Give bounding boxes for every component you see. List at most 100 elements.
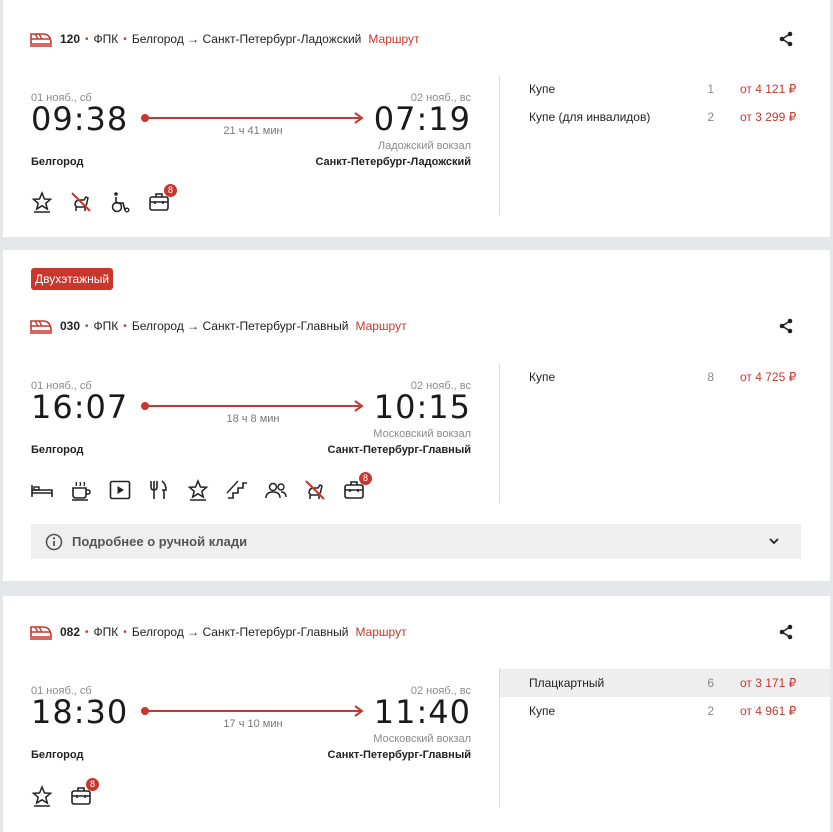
fare-type: Купе (для инвалидов): [529, 110, 651, 124]
arrival-city: Санкт-Петербург-Главный: [327, 749, 471, 761]
fare-price: от 4 961 ₽: [740, 704, 797, 718]
train-number: 030: [60, 319, 81, 333]
fare-row[interactable]: Купе 1 от 4 121 ₽: [500, 75, 830, 103]
luggage-count: 8: [86, 778, 99, 791]
luggage-icon[interactable]: 8: [148, 184, 177, 213]
departure-time: 18:30: [31, 693, 129, 731]
fare-row[interactable]: Купе 2 от 4 961 ₽: [500, 697, 830, 725]
separator-dot: •: [123, 320, 127, 332]
separator-dot: •: [85, 320, 89, 332]
route-start-dot: [141, 402, 149, 410]
luggage-count: 8: [164, 184, 177, 197]
comfort-icon[interactable]: [31, 785, 53, 807]
departure-city: Белгород: [31, 156, 84, 168]
people-icon[interactable]: [265, 479, 287, 501]
train-icon: [30, 318, 52, 334]
route-link[interactable]: Маршрут: [355, 319, 406, 333]
video-icon[interactable]: [109, 479, 131, 501]
carrier: ФПК: [93, 625, 119, 639]
route-line: [141, 114, 362, 122]
luggage-icon[interactable]: 8: [70, 778, 99, 807]
route: Белгород → Санкт-Петербург-Главный: [131, 625, 349, 639]
train-number: 082: [60, 625, 81, 639]
arrow-right-icon: [354, 705, 364, 717]
stairs-icon[interactable]: [226, 479, 248, 501]
route: Белгород → Санкт-Петербург-Ладожский: [131, 32, 362, 46]
fare-type: Купе: [529, 82, 556, 96]
arrival-time: 11:40: [373, 693, 471, 731]
fare-price: от 4 725 ₽: [740, 370, 797, 384]
route-start-dot: [141, 114, 149, 122]
route: Белгород → Санкт-Петербург-Главный: [131, 319, 349, 333]
route-link[interactable]: Маршрут: [355, 625, 406, 639]
wheelchair-icon[interactable]: [109, 191, 131, 213]
arrival-time: 10:15: [373, 388, 471, 426]
train-icon: [30, 624, 52, 640]
chevron-down-icon[interactable]: [769, 536, 779, 546]
fares-list: Купе 1 от 4 121 ₽ Купе (для инвалидов) 2…: [500, 75, 830, 131]
bed-icon[interactable]: [31, 479, 53, 501]
carrier: ФПК: [93, 32, 119, 46]
fare-price: от 3 299 ₽: [740, 110, 797, 124]
arrival-city: Санкт-Петербург-Главный: [327, 444, 471, 456]
hand-luggage-info[interactable]: Подробнее о ручной клади: [31, 524, 801, 559]
fare-seats: 2: [707, 704, 714, 718]
amenities: 8: [31, 778, 109, 807]
luggage-icon[interactable]: 8: [343, 472, 372, 501]
share-icon[interactable]: [778, 624, 794, 640]
luggage-count: 8: [359, 472, 372, 485]
fares-list: Плацкартный 6 от 3 171 ₽ Купе 2 от 4 961…: [500, 669, 830, 725]
separator-dot: •: [85, 33, 89, 45]
comfort-icon[interactable]: [187, 479, 209, 501]
fare-row[interactable]: Купе (для инвалидов) 2 от 3 299 ₽: [500, 103, 830, 131]
duration: 21 ч 41 мин: [223, 125, 283, 137]
restaurant-icon[interactable]: [148, 479, 170, 501]
train-card[interactable]: 082 • ФПК • Белгород → Санкт-Петербург-Г…: [3, 596, 830, 832]
share-icon[interactable]: [778, 31, 794, 47]
train-icon: [30, 31, 52, 47]
duration: 17 ч 10 мин: [223, 718, 283, 730]
arrow-right-icon: [354, 112, 364, 124]
arrival-station: Ладожский вокзал: [377, 140, 471, 152]
coffee-icon[interactable]: [70, 479, 92, 501]
train-header: 030 • ФПК • Белгород → Санкт-Петербург-Г…: [30, 315, 407, 337]
route-line: [141, 402, 362, 410]
arrival-city: Санкт-Петербург-Ладожский: [315, 156, 471, 168]
share-icon[interactable]: [778, 318, 794, 334]
train-header: 120 • ФПК • Белгород → Санкт-Петербург-Л…: [30, 28, 420, 50]
route-start-dot: [141, 707, 149, 715]
separator-dot: •: [123, 33, 127, 45]
departure-time: 09:38: [31, 100, 129, 138]
no-pets-icon[interactable]: [70, 191, 92, 213]
fare-row[interactable]: Купе 8 от 4 725 ₽: [500, 363, 830, 391]
fare-seats: 1: [707, 82, 714, 96]
fare-row[interactable]: Плацкартный 6 от 3 171 ₽: [500, 669, 830, 697]
double-decker-badge: Двухэтажный: [31, 268, 114, 290]
departure-city: Белгород: [31, 444, 84, 456]
comfort-icon[interactable]: [31, 191, 53, 213]
fare-price: от 4 121 ₽: [740, 82, 797, 96]
departure-time: 16:07: [31, 388, 129, 426]
train-card[interactable]: Двухэтажный 030 • ФПК • Белгород → Санкт…: [3, 250, 830, 581]
fare-seats: 8: [707, 370, 714, 384]
train-header: 082 • ФПК • Белгород → Санкт-Петербург-Г…: [30, 621, 407, 643]
fare-seats: 6: [707, 676, 714, 690]
fare-price: от 3 171 ₽: [740, 676, 797, 690]
separator-dot: •: [85, 626, 89, 638]
fare-type: Купе: [529, 370, 556, 384]
carrier: ФПК: [93, 319, 119, 333]
info-icon: [45, 533, 63, 551]
fares-list: Купе 8 от 4 725 ₽: [500, 363, 830, 391]
arrival-station: Московский вокзал: [373, 428, 471, 440]
amenities: 8: [31, 184, 187, 213]
arrow-right-icon: [354, 400, 364, 412]
route-link[interactable]: Маршрут: [368, 32, 419, 46]
fare-seats: 2: [707, 110, 714, 124]
schedule: 01 нояб., сб 02 нояб., вс 18:30 11:40 17…: [31, 685, 471, 765]
fare-type: Плацкартный: [529, 676, 605, 690]
no-pets-icon[interactable]: [304, 479, 326, 501]
schedule: 01 нояб., сб 02 нояб., вс 16:07 10:15 18…: [31, 380, 471, 460]
train-card[interactable]: 120 • ФПК • Белгород → Санкт-Петербург-Л…: [3, 0, 830, 237]
fare-type: Купе: [529, 704, 556, 718]
arrival-time: 07:19: [373, 100, 471, 138]
